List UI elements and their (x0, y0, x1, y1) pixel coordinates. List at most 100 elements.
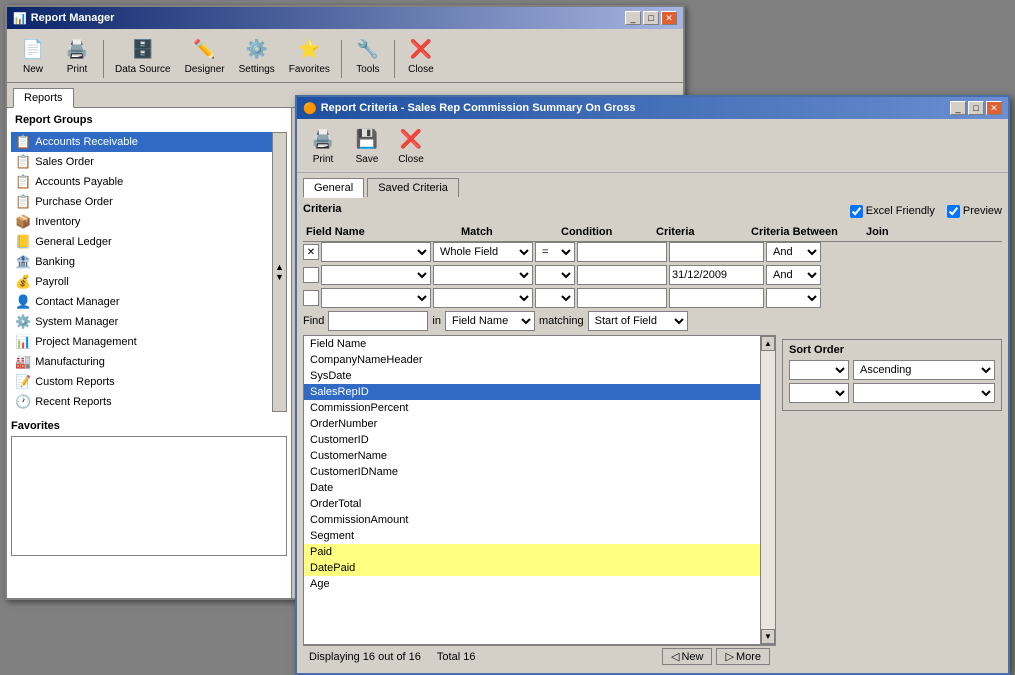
preview-checkbox[interactable] (947, 205, 960, 218)
row3-match[interactable] (433, 288, 533, 308)
row3-checkbox[interactable] (303, 290, 319, 306)
find-input[interactable] (328, 311, 428, 331)
scroll-up-button[interactable]: ▲ (761, 336, 775, 351)
field-list-item[interactable]: OrderTotal (304, 496, 760, 512)
criteria-close-toolbar-button[interactable]: ❌ Close (391, 123, 431, 168)
row3-criteria-between[interactable] (669, 288, 764, 308)
field-list-item[interactable]: CompanyNameHeader (304, 352, 760, 368)
sidebar-item[interactable]: 📒General Ledger (11, 232, 272, 252)
row2-match[interactable] (433, 265, 533, 285)
row2-criteria[interactable] (577, 265, 667, 285)
row3-join[interactable] (766, 288, 821, 308)
field-list-item[interactable]: CustomerIDName (304, 464, 760, 480)
datasource-button[interactable]: 🗄️ Data Source (110, 33, 176, 78)
tab-general[interactable]: General (303, 178, 364, 198)
designer-button[interactable]: ✏️ Designer (180, 33, 230, 78)
criteria-header-row: Criteria Excel Friendly Preview (303, 203, 1002, 219)
row2-checkbox[interactable] (303, 267, 319, 283)
sidebar-item[interactable]: 📋Sales Order (11, 152, 272, 172)
field-list-item[interactable]: CommissionAmount (304, 512, 760, 528)
field-list-item[interactable]: SalesRepID (304, 384, 760, 400)
tools-button[interactable]: 🔧 Tools (348, 33, 388, 78)
criteria-minimize-button[interactable]: _ (950, 101, 966, 115)
favorites-button[interactable]: ⭐ Favorites (284, 33, 335, 78)
row1-join[interactable]: And (766, 242, 821, 262)
row2-join[interactable]: And (766, 265, 821, 285)
sidebar-item-label: Accounts Payable (35, 176, 123, 188)
favorites-icon: ⭐ (295, 36, 323, 62)
sidebar-item[interactable]: 🏭Manufacturing (11, 352, 272, 372)
field-list-item[interactable]: Field Name (304, 336, 760, 352)
criteria-close-button[interactable]: ✕ (986, 101, 1002, 115)
sidebar-item[interactable]: 📋Purchase Order (11, 192, 272, 212)
field-list-item[interactable]: Paid (304, 544, 760, 560)
more-nav-button[interactable]: ▷ More (716, 648, 770, 665)
sidebar-item-icon: 📋 (15, 154, 31, 170)
field-list-item[interactable]: SysDate (304, 368, 760, 384)
sidebar-item[interactable]: 📊Project Management (11, 332, 272, 352)
sidebar-item[interactable]: 👤Contact Manager (11, 292, 272, 312)
criteria-save-button[interactable]: 💾 Save (347, 123, 387, 168)
sidebar-item-label: Project Management (35, 336, 137, 348)
favorites-box (11, 436, 287, 556)
field-list-item[interactable]: DatePaid (304, 560, 760, 576)
settings-button[interactable]: ⚙️ Settings (234, 33, 280, 78)
row1-criteria[interactable] (577, 242, 667, 262)
row3-condition[interactable] (535, 288, 575, 308)
row3-field[interactable] (321, 288, 431, 308)
print-button[interactable]: 🖨️ Print (57, 33, 97, 78)
criteria-maximize-button[interactable]: □ (968, 101, 984, 115)
sidebar-item[interactable]: 🏦Banking (11, 252, 272, 272)
row1-match[interactable]: Whole Field (433, 242, 533, 262)
sidebar-item[interactable]: 📝Custom Reports (11, 372, 272, 392)
row2-condition[interactable] (535, 265, 575, 285)
tab-reports[interactable]: Reports (13, 88, 74, 108)
tab-saved-criteria[interactable]: Saved Criteria (367, 178, 459, 197)
new-button[interactable]: 📄 New (13, 33, 53, 78)
field-list-item[interactable]: Segment (304, 528, 760, 544)
sort-order-box: Sort Order Ascending (782, 339, 1002, 411)
sidebar-item[interactable]: 💰Payroll (11, 272, 272, 292)
close-button-main[interactable]: ✕ (661, 11, 677, 25)
scroll-down-button[interactable]: ▼ (761, 629, 775, 644)
row1-field[interactable] (321, 242, 431, 262)
sidebar-item[interactable]: 📋Accounts Receivable (11, 132, 272, 152)
sidebar-item[interactable]: 📋Accounts Payable (11, 172, 272, 192)
field-list-item[interactable]: Date (304, 480, 760, 496)
maximize-button[interactable]: □ (643, 11, 659, 25)
row1-checkbox[interactable]: ✕ (303, 244, 319, 260)
sidebar-scrollbar[interactable]: ▲▼ (272, 132, 287, 412)
find-matching-select[interactable]: Start of Field (588, 311, 688, 331)
header-criteria: Criteria (653, 225, 748, 239)
sort-field-2[interactable] (789, 383, 849, 403)
sort-row-2 (789, 383, 995, 403)
more-nav-label: More (736, 651, 761, 663)
sidebar-item-icon: 👤 (15, 294, 31, 310)
field-list-item[interactable]: Age (304, 576, 760, 592)
matching-label: matching (539, 315, 584, 327)
sidebar-item[interactable]: ⚙️System Manager (11, 312, 272, 332)
find-label: Find (303, 315, 324, 327)
sort-order-2[interactable] (853, 383, 995, 403)
field-list-item[interactable]: OrderNumber (304, 416, 760, 432)
sort-order-1[interactable]: Ascending (853, 360, 995, 380)
row2-field[interactable] (321, 265, 431, 285)
sidebar-item[interactable]: 🕐Recent Reports (11, 392, 272, 412)
close-toolbar-button[interactable]: ❌ Close (401, 33, 441, 78)
row1-condition[interactable]: = (535, 242, 575, 262)
sidebar-list-wrapper: 📋Accounts Receivable📋Sales Order📋Account… (11, 132, 287, 412)
sort-field-1[interactable] (789, 360, 849, 380)
criteria-window-icon: 🟠 (303, 102, 317, 115)
minimize-button[interactable]: _ (625, 11, 641, 25)
field-list-item[interactable]: CustomerName (304, 448, 760, 464)
criteria-print-button[interactable]: 🖨️ Print (303, 123, 343, 168)
row3-criteria[interactable] (577, 288, 667, 308)
find-in-select[interactable]: Field Name (445, 311, 535, 331)
excel-friendly-checkbox[interactable] (850, 205, 863, 218)
new-nav-button[interactable]: ◁ New (662, 648, 712, 665)
field-list-item[interactable]: CommissionPercent (304, 400, 760, 416)
row2-criteria-between[interactable] (669, 265, 764, 285)
row1-criteria-between[interactable] (669, 242, 764, 262)
sidebar-item[interactable]: 📦Inventory (11, 212, 272, 232)
field-list-item[interactable]: CustomerID (304, 432, 760, 448)
